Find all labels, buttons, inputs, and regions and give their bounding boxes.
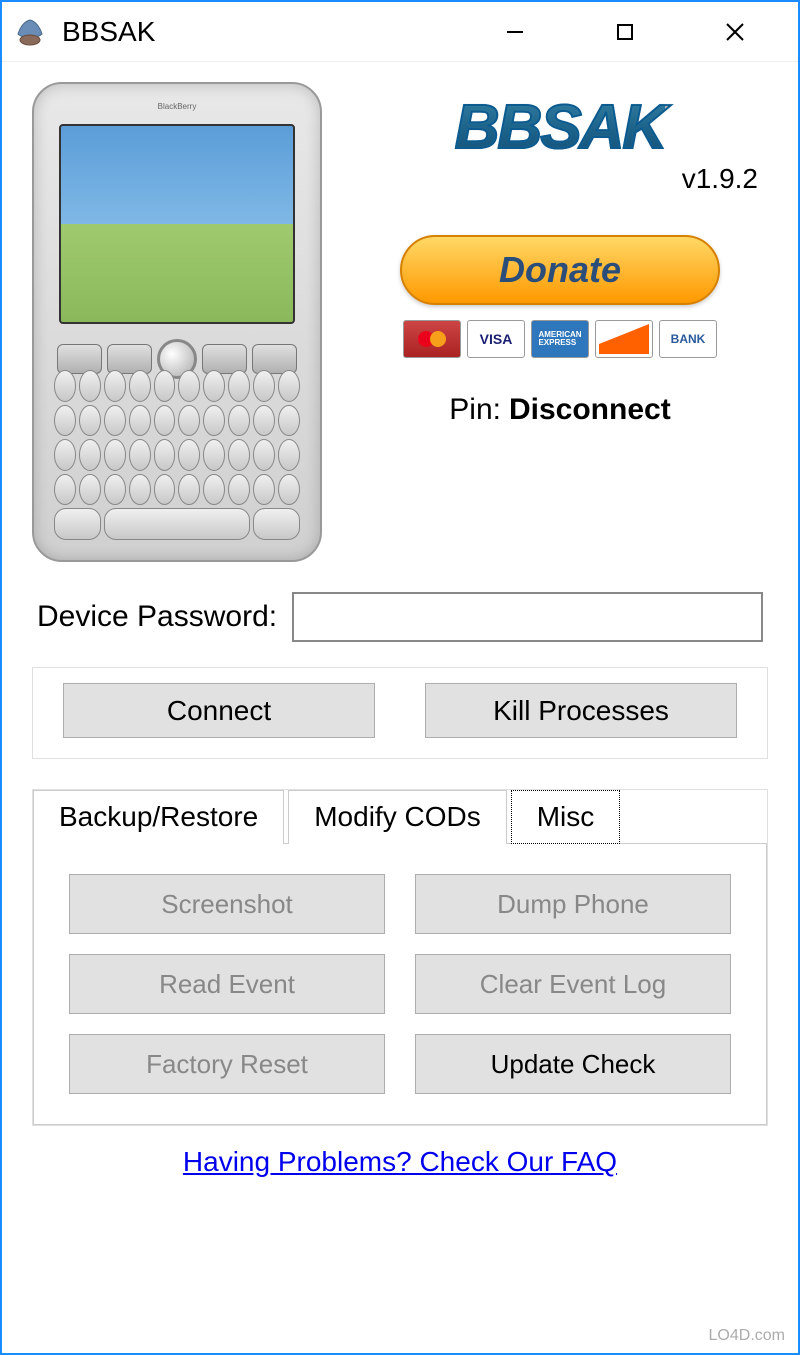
phone-brand-label: BlackBerry [158, 102, 197, 111]
content-area: BlackBerry BBSAK [2, 62, 798, 1353]
kill-processes-button[interactable]: Kill Processes [425, 683, 737, 738]
mastercard-icon [403, 320, 461, 358]
device-image: BlackBerry [32, 82, 322, 562]
tab-header: Backup/Restore Modify CODs Misc [33, 790, 767, 844]
update-check-button[interactable]: Update Check [415, 1034, 731, 1094]
discover-icon [595, 320, 653, 358]
payment-icons: VISA AMERICANEXPRESS BANK [403, 320, 717, 358]
bank-icon: BANK [659, 320, 717, 358]
tab-modify-cods[interactable]: Modify CODs [288, 790, 506, 844]
connect-button[interactable]: Connect [63, 683, 375, 738]
amex-icon: AMERICANEXPRESS [531, 320, 589, 358]
factory-reset-button[interactable]: Factory Reset [69, 1034, 385, 1094]
app-window: BBSAK BlackBerry [0, 0, 800, 1355]
pin-label: Pin: [449, 393, 501, 427]
password-label: Device Password: [37, 600, 277, 634]
pin-value: Disconnect [509, 393, 671, 427]
titlebar: BBSAK [2, 2, 798, 62]
tab-misc[interactable]: Misc [511, 790, 621, 844]
password-input[interactable] [292, 592, 763, 642]
pin-row: Pin: Disconnect [449, 393, 670, 427]
phone-keyboard [54, 370, 300, 540]
phone-screen [59, 124, 295, 324]
clear-event-log-button[interactable]: Clear Event Log [415, 954, 731, 1014]
minimize-button[interactable] [490, 7, 540, 57]
visa-icon: VISA [467, 320, 525, 358]
connection-panel: Connect Kill Processes [32, 667, 768, 759]
version-label: v1.9.2 [682, 163, 758, 195]
screenshot-button[interactable]: Screenshot [69, 874, 385, 934]
faq-link[interactable]: Having Problems? Check Our FAQ [32, 1146, 768, 1178]
tabs-panel: Backup/Restore Modify CODs Misc Screensh… [32, 789, 768, 1126]
close-button[interactable] [710, 7, 760, 57]
read-event-button[interactable]: Read Event [69, 954, 385, 1014]
window-title: BBSAK [62, 16, 490, 48]
dump-phone-button[interactable]: Dump Phone [415, 874, 731, 934]
maximize-button[interactable] [600, 7, 650, 57]
password-row: Device Password: [32, 592, 768, 642]
watermark: LO4D.com [709, 1327, 785, 1345]
tab-content-misc: Screenshot Dump Phone Read Event Clear E… [33, 843, 767, 1125]
app-logo: BBSAK [455, 92, 665, 163]
app-icon [10, 12, 50, 52]
tab-backup-restore[interactable]: Backup/Restore [33, 790, 284, 844]
donate-button[interactable]: Donate [400, 235, 720, 305]
